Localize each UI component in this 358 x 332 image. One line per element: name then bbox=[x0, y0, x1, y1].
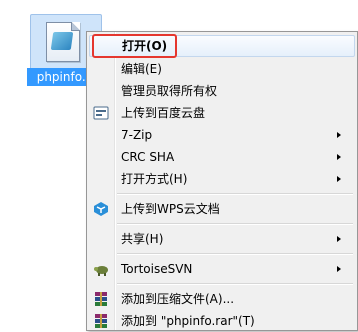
menu-separator bbox=[117, 193, 353, 195]
menu-separator bbox=[117, 283, 353, 285]
menu-item-label: 编辑(E) bbox=[121, 62, 162, 76]
menu-item-label: 添加到 "phpinfo.rar"(T) bbox=[121, 314, 255, 328]
menu-item-label: TortoiseSVN bbox=[121, 262, 193, 276]
annotation-highlight-box bbox=[92, 34, 177, 58]
submenu-arrow-icon bbox=[337, 176, 341, 182]
menu-item-share[interactable]: 共享(H) bbox=[89, 228, 355, 250]
menu-item-label: 7-Zip bbox=[121, 128, 153, 142]
menu-item-open-with[interactable]: 打开方式(H) bbox=[89, 168, 355, 190]
menu-item-edit[interactable]: 编辑(E) bbox=[89, 58, 355, 80]
menu-item-label: 添加到压缩文件(A)... bbox=[121, 292, 235, 306]
menu-item-label: 上传到WPS云文档 bbox=[121, 202, 220, 216]
tortoisesvn-icon bbox=[94, 266, 108, 276]
winrar-archive-icon bbox=[95, 292, 107, 306]
menu-item-7zip[interactable]: 7-Zip bbox=[89, 124, 355, 146]
submenu-arrow-icon bbox=[337, 132, 341, 138]
submenu-arrow-icon bbox=[337, 266, 341, 272]
winrar-archive-icon bbox=[95, 314, 107, 328]
context-menu: 打开(O) 编辑(E) 管理员取得所有权 上传到百度云盘 7-Zip CRC S… bbox=[86, 31, 358, 331]
menu-separator bbox=[117, 253, 353, 255]
menu-item-tortoisesvn[interactable]: TortoiseSVN bbox=[89, 258, 355, 280]
submenu-arrow-icon bbox=[337, 236, 341, 242]
submenu-arrow-icon bbox=[337, 154, 341, 160]
cloud-disk-icon bbox=[93, 106, 109, 120]
wps-cloud-icon bbox=[94, 202, 108, 216]
menu-item-label: CRC SHA bbox=[121, 150, 175, 164]
menu-item-upload-cloud[interactable]: 上传到百度云盘 bbox=[89, 102, 355, 124]
menu-item-label: 管理员取得所有权 bbox=[121, 84, 218, 98]
menu-item-label: 共享(H) bbox=[121, 232, 164, 246]
menu-separator bbox=[117, 223, 353, 225]
menu-item-add-archive[interactable]: 添加到压缩文件(A)... bbox=[89, 288, 355, 310]
php-logo-icon bbox=[50, 32, 74, 50]
menu-item-crc-sha[interactable]: CRC SHA bbox=[89, 146, 355, 168]
menu-item-label: 上传到百度云盘 bbox=[121, 106, 206, 120]
menu-item-add-to-rar[interactable]: 添加到 "phpinfo.rar"(T) bbox=[89, 310, 355, 332]
menu-item-take-ownership[interactable]: 管理员取得所有权 bbox=[89, 80, 355, 102]
menu-item-upload-wps[interactable]: 上传到WPS云文档 bbox=[89, 198, 355, 220]
menu-item-label: 打开方式(H) bbox=[121, 172, 188, 186]
